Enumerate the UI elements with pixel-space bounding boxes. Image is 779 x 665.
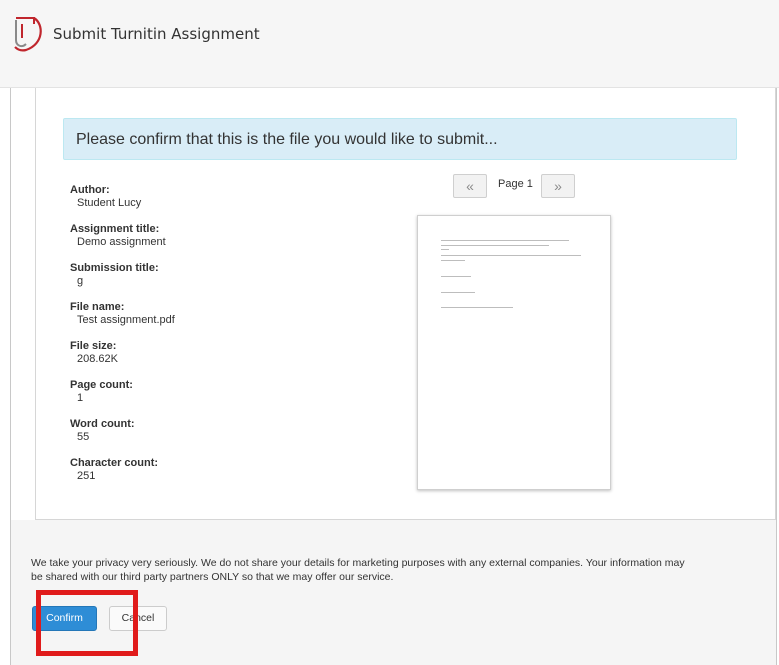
confirm-highlight-box (36, 590, 138, 656)
document-preview (417, 215, 611, 490)
next-page-button[interactable]: » (541, 174, 575, 198)
detail-file-name: File name: Test assignment.pdf (70, 301, 320, 340)
detail-value: 208.62K (77, 353, 118, 365)
preview-text-line (441, 260, 465, 261)
detail-value: 1 (77, 392, 84, 404)
preview-text-line (441, 240, 569, 241)
detail-value: g (77, 275, 84, 287)
turnitin-logo-icon (14, 17, 42, 52)
detail-label: File name: (70, 301, 125, 313)
detail-label: Author: (70, 184, 110, 196)
preview-text-line (441, 249, 449, 250)
preview-text-line (441, 307, 513, 308)
detail-word-count: Word count: 55 (70, 418, 320, 457)
detail-author: Author: Student Lucy (70, 184, 320, 223)
page-title: Submit Turnitin Assignment (53, 25, 260, 43)
detail-label: Word count: (70, 418, 135, 430)
dialog-frame: Please confirm that this is the file you… (10, 88, 777, 665)
detail-character-count: Character count: 251 (70, 457, 320, 496)
detail-page-count: Page count: 1 (70, 379, 320, 418)
detail-value: Test assignment.pdf (77, 314, 175, 326)
page-header: Submit Turnitin Assignment (0, 0, 779, 88)
detail-assignment-title: Assignment title: Demo assignment (70, 223, 320, 262)
detail-value: Demo assignment (77, 236, 166, 248)
preview-text-line (441, 245, 549, 246)
confirm-banner: Please confirm that this is the file you… (63, 118, 737, 160)
detail-value: 55 (77, 431, 90, 443)
previous-page-button[interactable]: « (453, 174, 487, 198)
preview-text-line (441, 255, 581, 256)
submission-panel: Please confirm that this is the file you… (35, 88, 776, 520)
detail-label: Page count: (70, 379, 133, 391)
detail-submission-title: Submission title: g (70, 262, 320, 301)
detail-file-size: File size: 208.62K (70, 340, 320, 379)
page-pager: « Page 1 » (453, 174, 577, 198)
detail-label: Character count: (70, 457, 159, 469)
detail-value: 251 (77, 470, 96, 482)
privacy-notice: We take your privacy very seriously. We … (31, 557, 685, 583)
page-indicator: Page 1 (498, 178, 533, 190)
preview-text-line (441, 276, 471, 277)
preview-text-line (441, 292, 475, 293)
detail-label: Submission title: (70, 262, 159, 274)
detail-label: File size: (70, 340, 117, 352)
detail-value: Student Lucy (77, 197, 142, 209)
detail-label: Assignment title: (70, 223, 160, 235)
submission-details: Author: Student Lucy Assignment title: D… (70, 184, 320, 496)
